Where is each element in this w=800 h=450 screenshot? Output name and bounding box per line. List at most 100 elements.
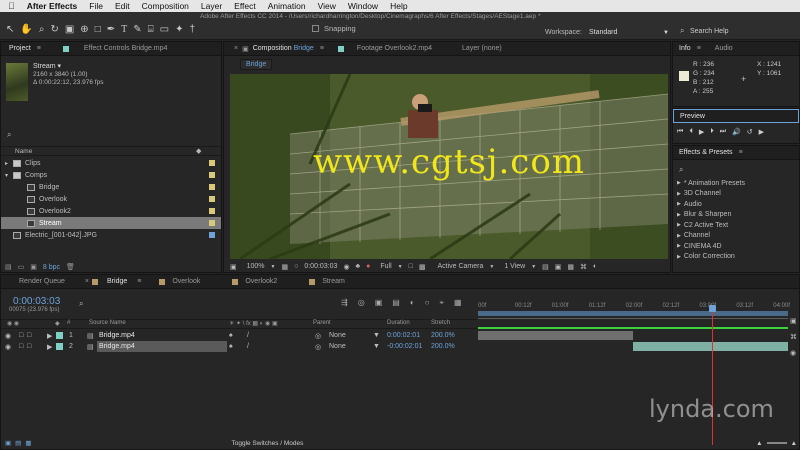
layer-label-swatch[interactable] bbox=[56, 343, 63, 350]
tab-composition[interactable]: Composition Bridge bbox=[253, 45, 314, 52]
zoom-in-icon[interactable]: ▲ bbox=[791, 440, 797, 447]
comp-mini-flowchart-icon[interactable]: ⇶ bbox=[341, 298, 348, 308]
project-item[interactable]: ▾ Comps bbox=[1, 169, 221, 181]
column-name[interactable]: Name bbox=[15, 148, 32, 155]
tab-effect-controls[interactable]: Effect Controls Bridge.mp4 bbox=[84, 45, 168, 52]
shy-switch-icon[interactable]: ♠ bbox=[229, 332, 233, 339]
pixel-aspect-icon[interactable]: ▤ bbox=[542, 263, 549, 271]
panel-menu-icon[interactable]: ≡ bbox=[137, 278, 141, 285]
solo-icon[interactable]: □ bbox=[19, 343, 23, 350]
label-color-swatch[interactable] bbox=[209, 232, 215, 238]
layer-stretch[interactable]: 200.0% bbox=[431, 343, 455, 350]
pen-tool-icon[interactable]: ✒ bbox=[107, 24, 115, 35]
disclosure-triangle-icon[interactable]: ▶ bbox=[677, 191, 681, 197]
comp-breadcrumb[interactable]: Bridge bbox=[240, 59, 273, 70]
menu-edit[interactable]: Edit bbox=[115, 1, 130, 11]
quality-switch-icon[interactable]: / bbox=[247, 343, 249, 350]
panel-menu-icon[interactable]: ≡ bbox=[739, 149, 743, 156]
tab-footage[interactable]: Footage Overlook2.mp4 bbox=[357, 45, 432, 52]
effects-category[interactable]: ▶ CINEMA 4D bbox=[677, 241, 797, 252]
menu-help[interactable]: Help bbox=[390, 1, 407, 11]
tab-render-queue[interactable]: Render Queue bbox=[19, 278, 65, 285]
hand-tool-icon[interactable]: ✋ bbox=[20, 24, 32, 35]
draft-3d-icon[interactable]: ◎ bbox=[358, 298, 365, 308]
last-frame-icon[interactable]: ⏭ bbox=[720, 128, 726, 136]
visibility-eye-icon[interactable]: ◉ bbox=[5, 343, 11, 351]
camera-select[interactable]: Active Camera bbox=[437, 263, 483, 270]
effects-category[interactable]: ▶ Audio bbox=[677, 199, 797, 210]
project-search-icon[interactable]: ⌕ bbox=[7, 130, 11, 140]
layer-row[interactable]: ◉ □ □ ▶ 2 ▤ Bridge.mp4 ♠ / ◎ None ▼ -0:00:02:01 200.0… bbox=[1, 341, 477, 352]
disclosure-triangle-icon[interactable]: ▾ bbox=[5, 172, 13, 179]
project-item[interactable]: Stream bbox=[1, 217, 221, 229]
tab-info[interactable]: Info bbox=[679, 45, 691, 52]
fast-preview-icon[interactable]: ▣ bbox=[555, 263, 562, 271]
layer-name[interactable]: Bridge.mp4 bbox=[99, 332, 135, 339]
play-icon[interactable]: ▶ bbox=[699, 128, 704, 136]
shy-icon[interactable]: ▣ bbox=[375, 298, 383, 308]
snapshot-icon[interactable]: ◉ bbox=[343, 263, 349, 271]
menu-view[interactable]: View bbox=[318, 1, 336, 11]
rectangle-tool-icon[interactable]: □ bbox=[95, 24, 101, 35]
tab-bridge[interactable]: Bridge bbox=[107, 278, 127, 285]
new-folder-icon[interactable]: ▭ bbox=[18, 263, 25, 271]
project-item[interactable]: Electric_[001-042].JPG bbox=[1, 229, 221, 241]
expand-layer-icon[interactable]: ▶ bbox=[47, 343, 52, 351]
frame-blending-icon[interactable]: ▤ bbox=[392, 298, 400, 308]
interpret-footage-icon[interactable]: ▤ bbox=[5, 263, 12, 271]
expand-modes-icon[interactable]: ▤ bbox=[15, 439, 21, 447]
current-time[interactable]: 0:00:03:03 bbox=[304, 263, 337, 270]
parent-pickwhip-icon[interactable]: ◎ bbox=[315, 343, 321, 351]
new-comp-icon[interactable]: ▣ bbox=[30, 263, 37, 271]
layer-visibility-icon[interactable]: ◉ bbox=[790, 349, 797, 357]
time-ruler[interactable]: 00f 00:12f 01:00f 01:12f 02:00f 02:12f 03:00f 0… bbox=[478, 295, 790, 317]
visibility-eye-icon[interactable]: ◉ bbox=[5, 332, 11, 340]
parent-pickwhip-icon[interactable]: ◎ bbox=[315, 332, 321, 340]
eraser-tool-icon[interactable]: ▭ bbox=[160, 24, 169, 35]
workspace-select[interactable]: Standard ▼ bbox=[585, 26, 673, 39]
close-icon[interactable]: × bbox=[234, 45, 238, 52]
loop-icon[interactable]: ↺ bbox=[747, 128, 753, 136]
layer-track-bar[interactable] bbox=[478, 331, 633, 340]
layer-label-swatch[interactable] bbox=[56, 332, 63, 339]
label-color-swatch[interactable] bbox=[209, 220, 215, 226]
type-tool-icon[interactable]: T bbox=[121, 24, 127, 35]
disclosure-triangle-icon[interactable]: ▶ bbox=[677, 201, 681, 207]
expand-time-icon[interactable]: ▦ bbox=[25, 439, 31, 447]
menu-window[interactable]: Window bbox=[348, 1, 378, 11]
snapping-checkbox[interactable] bbox=[312, 25, 319, 32]
playhead-handle-icon[interactable] bbox=[709, 305, 717, 312]
menu-file[interactable]: File bbox=[89, 1, 103, 11]
tab-preview[interactable]: Preview bbox=[680, 113, 705, 120]
lock-icon[interactable]: □ bbox=[27, 343, 31, 350]
menu-animation[interactable]: Animation bbox=[268, 1, 306, 11]
zoom-select[interactable]: 100% bbox=[247, 263, 265, 270]
label-color-swatch[interactable] bbox=[209, 184, 215, 190]
shy-switch-icon[interactable]: ♠ bbox=[229, 343, 233, 350]
expand-switches-icon[interactable]: ▣ bbox=[5, 439, 11, 447]
audio-icon[interactable]: 🔊 bbox=[732, 128, 741, 136]
next-frame-icon[interactable]: ⏵ bbox=[710, 128, 714, 136]
disclosure-triangle-icon[interactable]: ▶ bbox=[677, 222, 681, 228]
effects-search-icon[interactable]: ⌕ bbox=[679, 165, 683, 175]
project-item[interactable]: Overlook2 bbox=[1, 205, 221, 217]
tab-audio[interactable]: Audio bbox=[715, 45, 733, 52]
tab-effects-presets[interactable]: Effects & Presets bbox=[679, 149, 733, 156]
puppet-tool-icon[interactable]: † bbox=[189, 24, 195, 35]
tab-layer[interactable]: Layer (none) bbox=[462, 45, 502, 52]
effects-category[interactable]: ▶ 3D Channel bbox=[677, 189, 797, 200]
roi-icon[interactable]: □ bbox=[409, 263, 413, 270]
project-item[interactable]: ▸ Clips bbox=[1, 157, 221, 169]
tab-overlook[interactable]: Overlook bbox=[172, 278, 200, 285]
transparency-grid-icon[interactable]: ▩ bbox=[419, 263, 426, 271]
timeline-icon[interactable]: ▦ bbox=[567, 263, 574, 271]
effects-category[interactable]: ▶ Blur & Sharpen bbox=[677, 210, 797, 221]
tab-overlook2[interactable]: Overlook2 bbox=[245, 278, 277, 285]
panel-menu-icon[interactable]: ≡ bbox=[320, 45, 324, 52]
quality-switch-icon[interactable]: / bbox=[247, 332, 249, 339]
view-layout-select[interactable]: 1 View bbox=[504, 263, 525, 270]
rotate-tool-icon[interactable]: ↻ bbox=[50, 24, 58, 35]
playhead[interactable] bbox=[709, 305, 717, 445]
parent-value[interactable]: None bbox=[329, 332, 346, 339]
zoom-tool-icon[interactable]: ⌕ bbox=[39, 24, 45, 35]
